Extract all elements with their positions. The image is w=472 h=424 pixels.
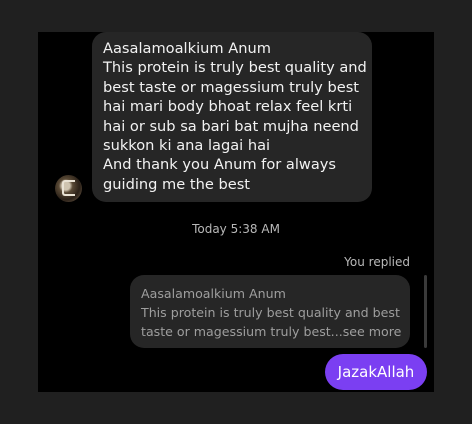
message-line: best taste or magessium truly best — [103, 78, 360, 96]
quoted-line: taste or magessium truly best...see more — [141, 324, 402, 339]
avatar[interactable] — [55, 175, 82, 202]
you-replied-label: You replied — [344, 255, 410, 269]
message-line: And thank you Anum for always — [103, 156, 337, 174]
outgoing-message-bubble[interactable]: JazakAllah — [325, 354, 427, 390]
message-timestamp: Today 5:38 AM — [192, 222, 280, 236]
message-line: guiding me the best — [103, 175, 251, 193]
quoted-line: This protein is truly best quality and b… — [141, 305, 400, 320]
chat-thread: Aasalamoalkium Anum This protein is trul… — [38, 32, 434, 392]
incoming-message-bubble[interactable]: Aasalamoalkium Anum This protein is trul… — [92, 32, 372, 202]
message-line: sukkon ki ana lagai hai — [103, 137, 271, 155]
message-line: hai or sub sa bari bat mujha neend — [103, 117, 359, 135]
message-line: Aasalamoalkium Anum — [103, 40, 271, 57]
quote-indicator-bar — [424, 275, 427, 348]
message-line: hai mari body bhoat relax feel krti — [103, 98, 353, 116]
message-line: This protein is truly best quality and — [103, 59, 367, 77]
avatar-image-icon — [62, 180, 75, 196]
quoted-message-bubble[interactable]: Aasalamoalkium Anum This protein is trul… — [130, 275, 410, 348]
quoted-line: Aasalamoalkium Anum — [141, 286, 286, 301]
